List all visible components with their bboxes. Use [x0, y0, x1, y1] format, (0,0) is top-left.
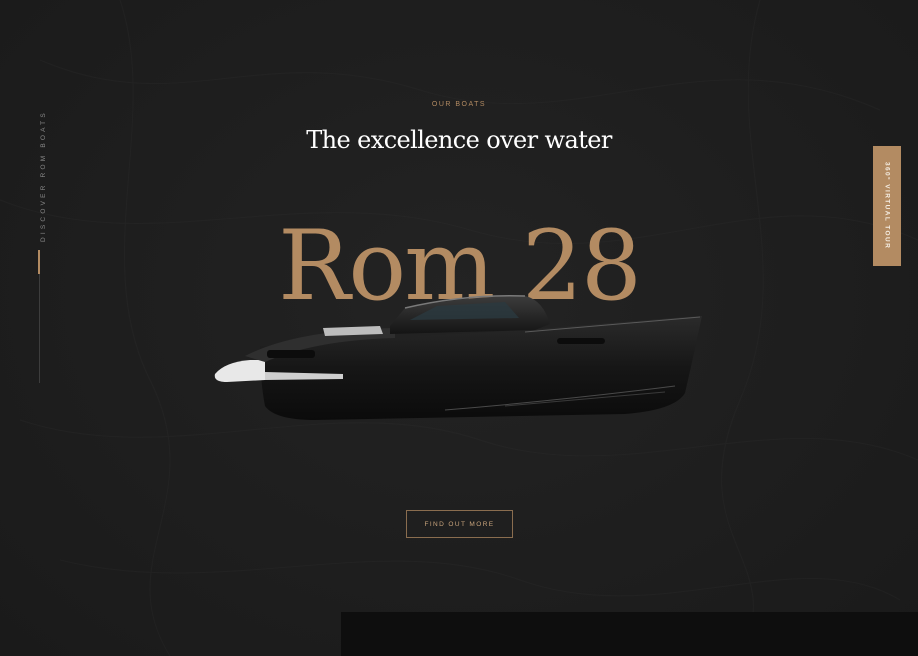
boat-image: [214, 295, 702, 420]
hero-headline: The excellence over water: [306, 126, 612, 154]
next-section-panel: [341, 612, 918, 656]
find-out-more-button[interactable]: Find out more: [406, 510, 513, 538]
page: Discover Rom Boats 360° Virtual Tour Our…: [0, 0, 918, 656]
section-eyebrow: Our Boats: [431, 101, 487, 108]
